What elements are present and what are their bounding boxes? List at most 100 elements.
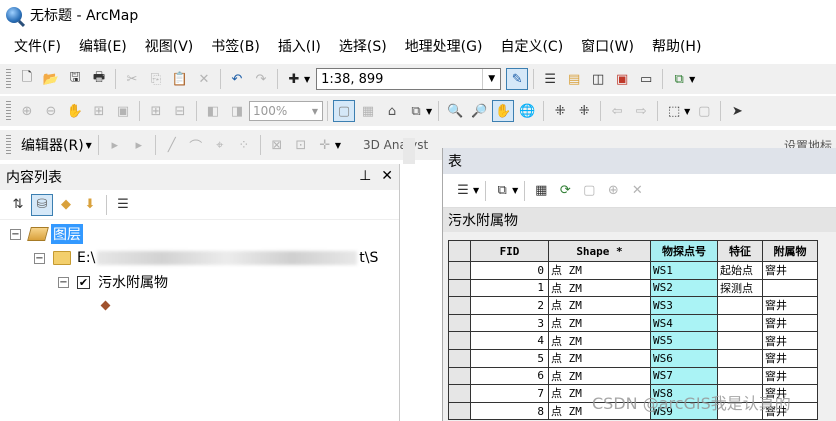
toc-options-icon[interactable]: ☰	[112, 194, 134, 216]
table-cell[interactable]: WS5	[650, 331, 718, 350]
layout-zoom-out-icon[interactable]: ⊖	[40, 100, 62, 122]
zoom-percent-combobox[interactable]: 100% ▼	[249, 101, 323, 121]
fixed-zoom-out-map-icon[interactable]: ⁜	[573, 100, 595, 122]
row-selector[interactable]	[448, 313, 471, 333]
column-header[interactable]: 物探点号	[650, 240, 718, 262]
save-icon[interactable]: 🖫	[64, 68, 86, 90]
print-icon[interactable]: 🖶	[88, 68, 110, 90]
edit-tool-icon[interactable]: ▸	[104, 134, 126, 156]
row-selector[interactable]	[448, 296, 471, 315]
delete-icon[interactable]: ✕	[193, 68, 215, 90]
menu-edit[interactable]: 编辑(E)	[70, 36, 136, 56]
menu-view[interactable]: 视图(V)	[136, 36, 203, 56]
table-cell[interactable]: WS6	[650, 348, 718, 368]
3d-analyst-toolbar-label[interactable]: 3D Analyst	[363, 138, 428, 152]
table-cell[interactable]: 点 ZM	[548, 313, 651, 333]
column-header[interactable]: Shape *	[548, 240, 651, 262]
table-row[interactable]: 1点 ZM WS2 探测点	[448, 278, 818, 298]
zoom-to-selected-icon[interactable]: ⊕	[602, 180, 624, 202]
dock-splitter[interactable]	[403, 138, 415, 164]
table-cell[interactable]: 探测点	[717, 278, 763, 298]
row-selector[interactable]	[448, 331, 471, 350]
tree-node-layer[interactable]: − ✔ 污水附属物	[58, 271, 168, 293]
clear-selection-icon[interactable]: ▢	[578, 180, 600, 202]
editor-menu-button[interactable]: 编辑器(R)	[21, 135, 84, 155]
go-back-icon[interactable]: ⇦	[606, 100, 628, 122]
table-cell[interactable]	[717, 331, 763, 350]
table-cell[interactable]: 窨井	[762, 313, 818, 333]
reshape-icon[interactable]: ⊡	[290, 134, 312, 156]
table-cell[interactable]: 点 ZM	[548, 296, 651, 315]
table-row[interactable]: 0点 ZM WS1 起始点 窨井	[448, 261, 818, 280]
switch-selection-icon[interactable]: ⟳	[554, 180, 576, 202]
table-cell[interactable]: 4	[470, 331, 549, 350]
select-by-attributes-icon[interactable]: ▦	[530, 180, 552, 202]
table-cell[interactable]: 0	[470, 261, 549, 280]
table-cell[interactable]: 3	[470, 313, 549, 333]
table-cell[interactable]: 5	[470, 348, 549, 368]
column-header[interactable]: FID	[470, 240, 549, 262]
table-cell[interactable]: 窨井	[762, 348, 818, 368]
toolbar-overflow-icon[interactable]: ▼	[426, 107, 432, 116]
layout-zoom-in-icon[interactable]: ⊕	[16, 100, 38, 122]
table-options-icon[interactable]: ☰	[452, 180, 474, 202]
redo-icon[interactable]: ↷	[250, 68, 272, 90]
straight-segment-icon[interactable]: ╱	[161, 134, 183, 156]
table-cell[interactable]: 7	[470, 384, 549, 403]
zoom-100-icon[interactable]: ▣	[112, 100, 134, 122]
table-cell[interactable]	[717, 366, 763, 386]
catalog-icon[interactable]: ▤	[563, 68, 585, 90]
pin-icon[interactable]: ⊥	[359, 168, 371, 184]
table-tab[interactable]: 污水附属物	[443, 208, 836, 232]
layer-visibility-checkbox[interactable]: ✔	[77, 275, 90, 289]
previous-extent-icon[interactable]: ◧	[202, 100, 224, 122]
add-data-icon[interactable]: ✚	[283, 68, 305, 90]
table-cell[interactable]: 窨井	[762, 296, 818, 315]
undo-icon[interactable]: ↶	[226, 68, 248, 90]
copy-icon[interactable]: ⎘	[145, 68, 167, 90]
change-layout-icon[interactable]: ⌂	[381, 100, 403, 122]
table-cell[interactable]: 点 ZM	[548, 366, 651, 386]
chevron-down-icon[interactable]: ▼	[512, 186, 518, 195]
map-area[interactable]	[401, 164, 442, 421]
open-folder-icon[interactable]: 📂	[40, 68, 62, 90]
table-row[interactable]: 4点 ZM WS5 窨井	[448, 331, 818, 350]
table-cell[interactable]: 窨井	[762, 261, 818, 280]
table-cell[interactable]: 点 ZM	[548, 278, 651, 298]
go-forward-icon[interactable]: ⇨	[630, 100, 652, 122]
table-cell[interactable]	[717, 296, 763, 315]
split-icon[interactable]: ✛	[314, 134, 336, 156]
next-extent-icon[interactable]: ◨	[226, 100, 248, 122]
trace-icon[interactable]: ⌖	[209, 134, 231, 156]
select-elements-icon[interactable]: ➤	[726, 100, 748, 122]
new-document-icon[interactable]: 🗋	[16, 68, 38, 90]
list-by-source-icon[interactable]: ⛁	[31, 193, 53, 216]
layout-pan-icon[interactable]: ✋	[64, 100, 86, 122]
fixed-zoom-out-icon[interactable]: ⊟	[169, 100, 191, 122]
close-icon[interactable]: ✕	[381, 168, 393, 184]
table-cell[interactable]: 8	[470, 401, 549, 421]
zoom-whole-page-icon[interactable]: ⊞	[88, 100, 110, 122]
list-by-drawing-order-icon[interactable]: ⇅	[7, 194, 29, 216]
table-cell[interactable]: 6	[470, 366, 549, 386]
toolbar-grip[interactable]	[6, 101, 11, 121]
table-cell[interactable]: 点 ZM	[548, 261, 651, 280]
table-cell[interactable]: 点 ZM	[548, 348, 651, 368]
row-selector[interactable]	[448, 348, 471, 368]
menu-geoprocessing[interactable]: 地理处理(G)	[396, 36, 492, 56]
row-selector[interactable]	[448, 401, 471, 421]
table-cell[interactable]: WS3	[650, 296, 718, 315]
menu-bookmarks[interactable]: 书签(B)	[202, 36, 269, 56]
table-row[interactable]: 2点 ZM WS3 窨井	[448, 296, 818, 315]
zoom-out-icon[interactable]: 🔎	[468, 100, 490, 122]
row-selector[interactable]	[448, 384, 471, 403]
paste-icon[interactable]: 📋	[169, 68, 191, 90]
table-cell[interactable]: 窨井	[762, 366, 818, 386]
list-by-selection-icon[interactable]: ⬇	[79, 194, 101, 216]
full-extent-icon[interactable]: 🌐	[516, 100, 538, 122]
table-cell[interactable]: 1	[470, 278, 549, 298]
row-selector[interactable]	[448, 278, 471, 298]
tree-node-layers[interactable]: − 图层	[10, 223, 83, 245]
table-row[interactable]: 3点 ZM WS4 窨井	[448, 313, 818, 333]
toolbar-grip[interactable]	[6, 135, 11, 155]
